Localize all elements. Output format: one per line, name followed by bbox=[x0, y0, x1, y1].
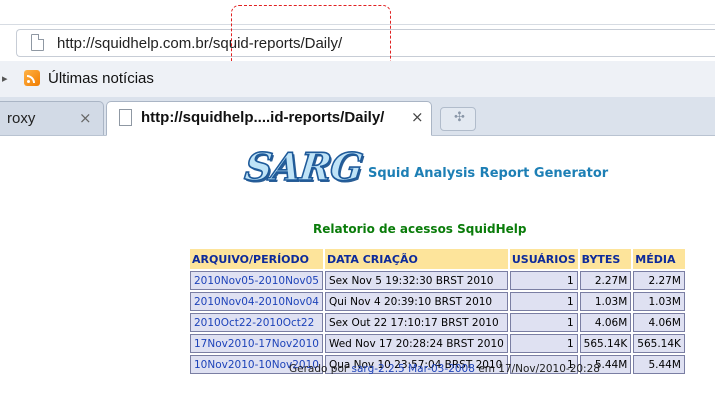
sarg-version-link[interactable]: sarg-2.2.5 Mar-03-2008 bbox=[352, 363, 475, 375]
bytes-cell: 565.14K bbox=[579, 334, 632, 353]
highlight-annotation bbox=[231, 5, 391, 69]
tab-squid-reports[interactable]: http://squidhelp....id-reports/Daily/ × bbox=[106, 101, 432, 136]
date-cell: Qui Nov 4 20:39:10 BRST 2010 bbox=[324, 292, 508, 311]
period-link[interactable]: 2010Nov04-2010Nov04 bbox=[194, 296, 319, 308]
tab-proxy[interactable]: roxy × bbox=[0, 101, 104, 135]
period-link[interactable]: 2010Nov05-2010Nov05 bbox=[194, 275, 319, 287]
footer: Gerado por sarg-2.2.5 Mar-03-2008 em 17/… bbox=[289, 363, 600, 375]
average-cell: 565.14K bbox=[633, 334, 685, 353]
tab-strip: roxy × http://squidhelp....id-reports/Da… bbox=[0, 97, 715, 136]
page-content: SARG Squid Analysis Report Generator Rel… bbox=[0, 136, 715, 407]
footer-suffix: em 17/Nov/2010-20:28 bbox=[478, 363, 600, 375]
new-tab-button[interactable]: ✣ bbox=[440, 107, 476, 131]
col-header-periodo: ARQUIVO/PERÍODO bbox=[190, 249, 323, 269]
table-row: 2010Nov05-2010Nov05 Sex Nov 5 19:32:30 B… bbox=[190, 271, 685, 290]
col-header-data: DATA CRIAÇÃO bbox=[324, 249, 508, 269]
col-header-usuarios: USUÁRIOS bbox=[509, 249, 578, 269]
rss-feed-icon bbox=[24, 70, 40, 86]
bookmark-ultimas-noticias[interactable]: Últimas notícias bbox=[48, 70, 154, 87]
sarg-logo: SARG bbox=[242, 143, 365, 192]
period-link[interactable]: 17Nov2010-17Nov2010 bbox=[194, 338, 319, 350]
table-row: 2010Oct22-2010Oct22 Sex Out 22 17:10:17 … bbox=[190, 313, 685, 332]
reports-table: ARQUIVO/PERÍODO DATA CRIAÇÃO USUÁRIOS BY… bbox=[188, 247, 687, 376]
date-cell: Sex Out 22 17:10:17 BRST 2010 bbox=[324, 313, 508, 332]
date-cell: Wed Nov 17 20:28:24 BRST 2010 bbox=[324, 334, 508, 353]
bytes-cell: 2.27M bbox=[579, 271, 632, 290]
period-cell: 2010Nov04-2010Nov04 bbox=[190, 292, 323, 311]
tab-label: roxy bbox=[7, 110, 36, 127]
users-cell: 1 bbox=[509, 271, 578, 290]
page-icon bbox=[31, 34, 44, 51]
date-cell: Sex Nov 5 19:32:30 BRST 2010 bbox=[324, 271, 508, 290]
period-cell: 17Nov2010-17Nov2010 bbox=[190, 334, 323, 353]
close-icon[interactable]: × bbox=[411, 108, 424, 126]
more-bookmarks-icon[interactable]: ▸ bbox=[2, 72, 8, 85]
average-cell: 5.44M bbox=[633, 355, 685, 374]
col-header-media: MÉDIA bbox=[633, 249, 685, 269]
table-header-row: ARQUIVO/PERÍODO DATA CRIAÇÃO USUÁRIOS BY… bbox=[190, 249, 685, 269]
page-icon bbox=[119, 109, 132, 126]
average-cell: 2.27M bbox=[633, 271, 685, 290]
tab-label: http://squidhelp....id-reports/Daily/ bbox=[141, 109, 385, 126]
plus-icon: ✣ bbox=[454, 110, 465, 125]
average-cell: 1.03M bbox=[633, 292, 685, 311]
users-cell: 1 bbox=[509, 292, 578, 311]
close-icon[interactable]: × bbox=[79, 109, 92, 127]
period-cell: 2010Oct22-2010Oct22 bbox=[190, 313, 323, 332]
col-header-bytes: BYTES bbox=[579, 249, 632, 269]
logo-text: SARG bbox=[242, 143, 365, 190]
average-cell: 4.06M bbox=[633, 313, 685, 332]
users-cell: 1 bbox=[509, 313, 578, 332]
footer-prefix: Gerado por bbox=[289, 363, 349, 375]
period-link[interactable]: 2010Oct22-2010Oct22 bbox=[194, 317, 314, 329]
app-title: Squid Analysis Report Generator bbox=[368, 166, 609, 181]
bytes-cell: 4.06M bbox=[579, 313, 632, 332]
report-title: Relatorio de acessos SquidHelp bbox=[313, 222, 527, 236]
users-cell: 1 bbox=[509, 334, 578, 353]
table-row: 2010Nov04-2010Nov04 Qui Nov 4 20:39:10 B… bbox=[190, 292, 685, 311]
period-cell: 2010Nov05-2010Nov05 bbox=[190, 271, 323, 290]
bookmarks-bar: ▸ Últimas notícias bbox=[0, 61, 715, 97]
bytes-cell: 1.03M bbox=[579, 292, 632, 311]
table-row: 17Nov2010-17Nov2010 Wed Nov 17 20:28:24 … bbox=[190, 334, 685, 353]
